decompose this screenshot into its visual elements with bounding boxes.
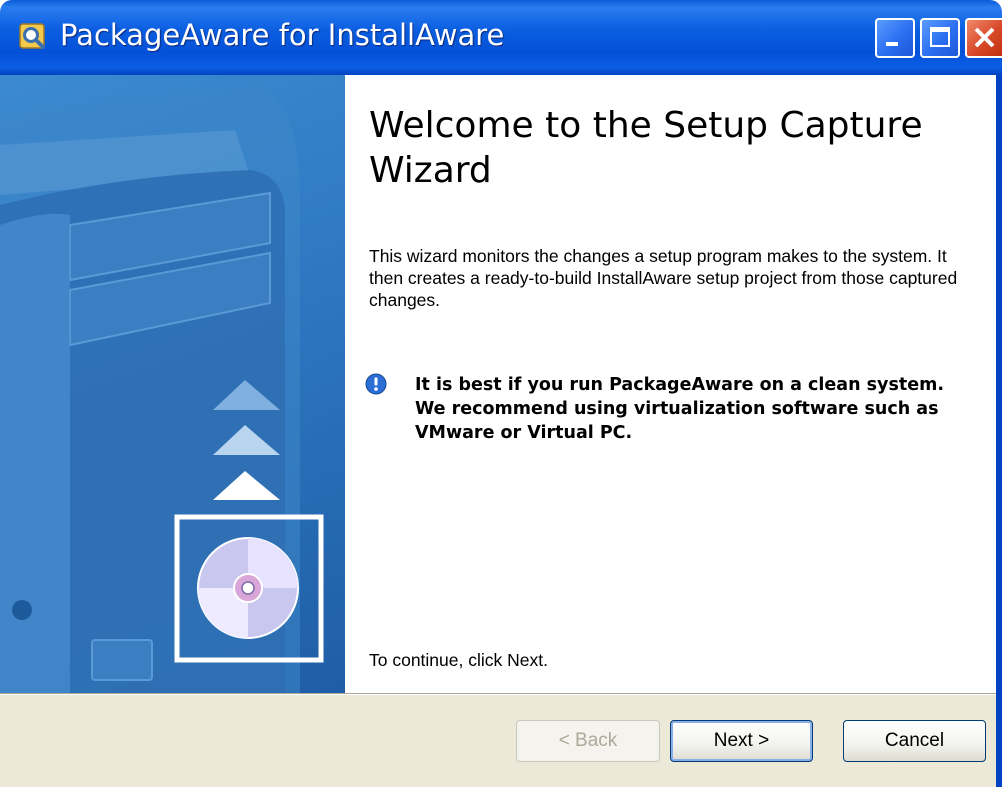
app-icon	[19, 23, 45, 49]
page-title: Welcome to the Setup Capture Wizard	[369, 105, 923, 191]
back-button[interactable]: < Back	[516, 720, 660, 762]
window-title: PackageAware for InstallAware	[60, 18, 505, 52]
cd-icon	[197, 537, 299, 639]
tip-message: It is best if you run PackageAware on a …	[415, 375, 944, 443]
window-frame	[996, 75, 1002, 787]
maximize-icon	[930, 27, 950, 47]
wizard-window: PackageAware for InstallAware Welcome to…	[0, 0, 1002, 787]
divider	[0, 693, 1002, 695]
info-icon	[365, 373, 387, 395]
minimize-icon	[886, 42, 898, 46]
close-button[interactable]	[965, 18, 1002, 58]
minimize-button[interactable]	[875, 18, 915, 58]
cancel-button[interactable]: Cancel	[843, 720, 986, 762]
next-button[interactable]: Next >	[670, 720, 813, 762]
wizard-banner	[0, 75, 345, 693]
maximize-button[interactable]	[920, 18, 960, 58]
wizard-description: This wizard monitors the changes a setup…	[369, 246, 958, 310]
title-bar[interactable]: PackageAware for InstallAware	[0, 0, 1002, 75]
wizard-content: Welcome to the Setup Capture Wizard This…	[345, 75, 1002, 693]
close-icon	[974, 27, 995, 48]
computer-tower-illustration	[0, 85, 324, 693]
continue-instruction: To continue, click Next.	[369, 650, 548, 670]
